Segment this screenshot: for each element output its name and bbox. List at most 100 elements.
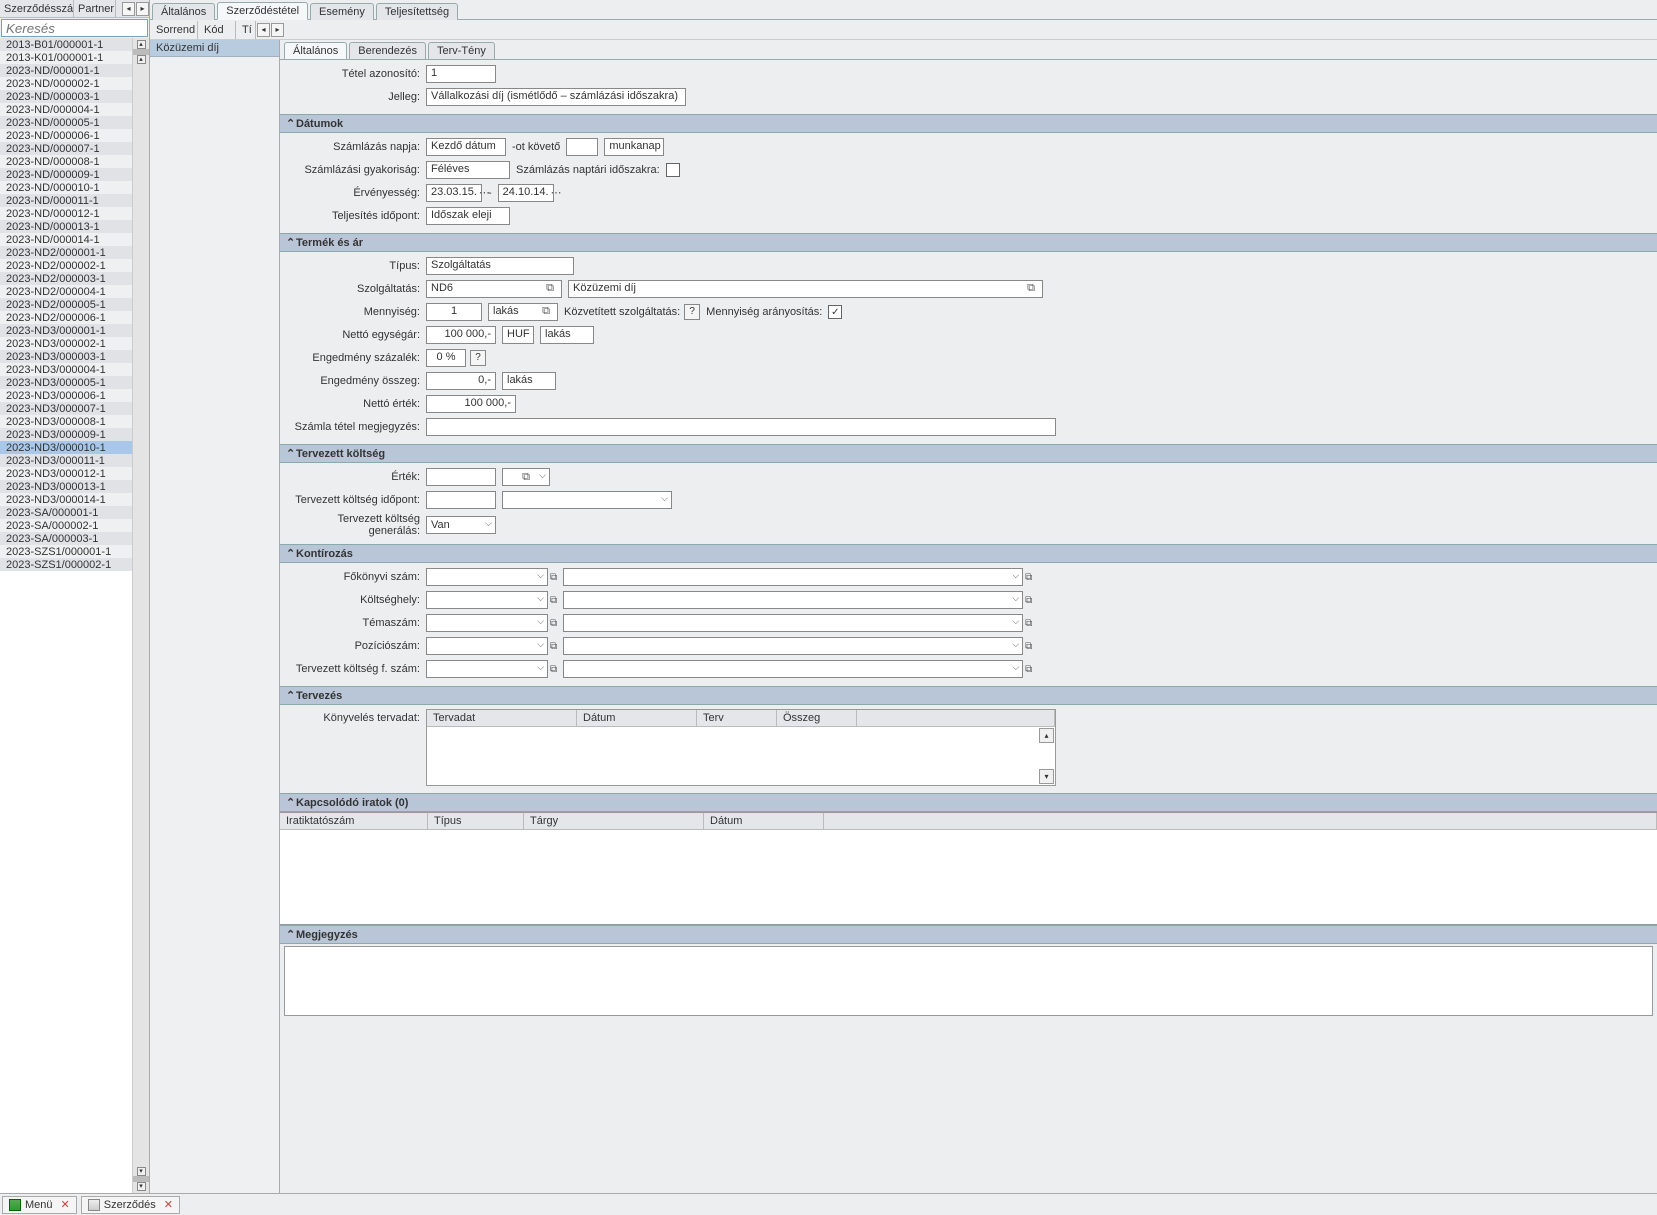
contract-row[interactable]: 2013-B01/000001-1 — [0, 38, 132, 51]
contract-row[interactable]: 2023-ND/000011-1 — [0, 194, 132, 207]
attach-icon[interactable]: ⧉ — [1025, 641, 1032, 652]
subtab-berendezés[interactable]: Berendezés — [349, 42, 426, 59]
inp-mennyiseg-unit[interactable]: lakás⧉ — [488, 303, 558, 321]
inp-szolg-code[interactable]: ND6⧉ — [426, 280, 562, 298]
section-iratok[interactable]: ⌃Kapcsolódó iratok (0) — [280, 793, 1657, 812]
gc-tervadat[interactable]: Tervadat — [427, 710, 577, 726]
subtab-általános[interactable]: Általános — [284, 42, 347, 59]
subnav-prev[interactable]: ◂ — [257, 23, 270, 37]
attach-icon[interactable]: ⧉ — [519, 471, 533, 484]
sel-fokonyv-1[interactable] — [426, 568, 548, 586]
contract-row[interactable]: 2023-ND3/000012-1 — [0, 467, 132, 480]
scroll-line-up[interactable]: ▴ — [137, 55, 146, 64]
inp-tetel-azonosito[interactable]: 1 — [426, 65, 496, 83]
sel-tk-generalas[interactable]: Van — [426, 516, 496, 534]
contract-row[interactable]: 2013-K01/000001-1 — [0, 51, 132, 64]
sel-pozicioszam-2[interactable] — [563, 637, 1023, 655]
sel-pozicioszam-1[interactable] — [426, 637, 548, 655]
attach-icon[interactable]: ⧉ — [543, 282, 557, 296]
gc-datum[interactable]: Dátum — [577, 710, 697, 726]
contract-row[interactable]: 2023-ND3/000009-1 — [0, 428, 132, 441]
contract-row[interactable]: 2023-ND/000002-1 — [0, 77, 132, 90]
contract-row[interactable]: 2023-ND3/000005-1 — [0, 376, 132, 389]
subnav-next[interactable]: ▸ — [271, 23, 284, 37]
scroll-page-up[interactable]: ▴ — [137, 40, 146, 49]
inp-teljesites[interactable]: Időszak eleji — [426, 207, 510, 225]
inp-szamla-megj[interactable] — [426, 418, 1056, 436]
close-icon[interactable]: ✕ — [164, 1198, 173, 1211]
grid-iratok[interactable]: Iratiktatószám Típus Tárgy Dátum — [280, 812, 1657, 925]
contract-list[interactable]: 2013-B01/000001-12013-K01/000001-1 2023-N… — [0, 38, 132, 1193]
attach-icon[interactable]: ⧉ — [550, 641, 557, 652]
section-megjegyzes[interactable]: ⌃Megjegyzés — [280, 925, 1657, 944]
sel-tk-fszam-2[interactable] — [563, 660, 1023, 678]
subcol-kod[interactable]: Kód — [198, 21, 236, 39]
contract-row[interactable]: 2023-ND/000007-1 — [0, 142, 132, 155]
inp-netto-ertek[interactable]: 100 000,- — [426, 395, 516, 413]
sel-temaszam-1[interactable] — [426, 614, 548, 632]
contract-row[interactable]: 2023-ND3/000014-1 — [0, 493, 132, 506]
contract-row[interactable]: 2023-ND/000012-1 — [0, 207, 132, 220]
help-eng-szazalek[interactable]: ? — [470, 350, 486, 366]
contract-row[interactable]: 2023-ND3/000001-1 — [0, 324, 132, 337]
grid-scroll-down[interactable]: ▾ — [1039, 769, 1054, 784]
gc-targy[interactable]: Tárgy — [524, 813, 704, 829]
sel-tk-ertek[interactable]: ⧉ — [502, 468, 550, 486]
inp-jelleg[interactable]: Vállalkozási díj (ismétlődő – számlázási… — [426, 88, 686, 106]
scroll-line-down[interactable]: ▾ — [137, 1167, 146, 1176]
sel-koltseghely-2[interactable] — [563, 591, 1023, 609]
sel-koltseghely-1[interactable] — [426, 591, 548, 609]
main-tab-szerződéstétel[interactable]: Szerződéstétel — [217, 2, 308, 20]
contract-row[interactable]: 2023-ND/000004-1 — [0, 103, 132, 116]
contract-row[interactable]: 2023-SA/000001-1 — [0, 506, 132, 519]
contract-row[interactable]: 2023-ND3/000013-1 — [0, 480, 132, 493]
sel-fokonyv-2[interactable] — [563, 568, 1023, 586]
attach-icon[interactable]: ⧉ — [550, 664, 557, 675]
left-col-partner[interactable]: Partner sz — [74, 0, 116, 17]
section-datumok[interactable]: ⌃Dátumok — [280, 114, 1657, 133]
contract-row[interactable]: 2023-ND2/000002-1 — [0, 259, 132, 272]
contract-row[interactable]: 2023-ND2/000005-1 — [0, 298, 132, 311]
contract-row[interactable]: 2023-ND2/000001-1 — [0, 246, 132, 259]
chk-naptari-idoszakra[interactable] — [666, 163, 680, 177]
contract-row[interactable]: 2023-ND3/000006-1 — [0, 389, 132, 402]
section-tervezett-koltseg[interactable]: ⌃Tervezett költség — [280, 444, 1657, 463]
contract-row[interactable]: 2023-ND3/000007-1 — [0, 402, 132, 415]
attach-icon[interactable]: ⧉ — [1025, 664, 1032, 675]
sel-temaszam-2[interactable] — [563, 614, 1023, 632]
contract-row[interactable]: 2023-ND/000008-1 — [0, 155, 132, 168]
search-input[interactable] — [1, 19, 148, 37]
contract-row[interactable]: 2023-ND3/000008-1 — [0, 415, 132, 428]
left-nav-prev[interactable]: ◂ — [122, 2, 135, 16]
sel-tk-idopont[interactable] — [502, 491, 672, 509]
inp-megjegyzes[interactable] — [284, 946, 1653, 1016]
status-szerzodes[interactable]: Szerződés ✕ — [81, 1196, 180, 1214]
contract-row[interactable]: 2023-ND3/000002-1 — [0, 337, 132, 350]
contract-row[interactable]: 2023-ND3/000003-1 — [0, 350, 132, 363]
contract-row[interactable]: 2023-ND/000003-1 — [0, 90, 132, 103]
main-tab-általános[interactable]: Általános — [152, 3, 215, 20]
attach-icon[interactable]: ⧉ — [1025, 595, 1032, 606]
gc-iktat[interactable]: Iratiktatószám — [280, 813, 428, 829]
contract-row[interactable]: 2023-ND/000009-1 — [0, 168, 132, 181]
attach-icon[interactable]: ⧉ — [539, 305, 553, 319]
gc-terv[interactable]: Terv — [697, 710, 777, 726]
attach-icon[interactable]: ⧉ — [550, 595, 557, 606]
contract-row[interactable]: 2023-ND2/000006-1 — [0, 311, 132, 324]
grid-scroll-up[interactable]: ▴ — [1039, 728, 1054, 743]
inp-munkanap[interactable]: munkanap — [604, 138, 664, 156]
inp-eng-szazalek[interactable]: 0 % — [426, 349, 466, 367]
gc-osszeg[interactable]: Összeg — [777, 710, 857, 726]
contract-row[interactable]: 2023-ND3/000010-1 — [0, 441, 132, 454]
inp-eng-unit[interactable]: lakás — [502, 372, 556, 390]
contract-row[interactable]: 2023-ND/000010-1 — [0, 181, 132, 194]
scroll-page-down[interactable]: ▾ — [137, 1182, 146, 1191]
contract-row[interactable]: 2023-SZS1/000002-1 — [0, 558, 132, 571]
item-row-selected[interactable]: Közüzemi díj — [150, 40, 279, 57]
item-list[interactable]: Közüzemi díj — [150, 40, 280, 1193]
contract-row[interactable]: 2023-SZS1/000001-1 — [0, 545, 132, 558]
gc-idatum[interactable]: Dátum — [704, 813, 824, 829]
left-nav-next[interactable]: ▸ — [136, 2, 149, 16]
gc-itipus[interactable]: Típus — [428, 813, 524, 829]
contract-row[interactable]: 2023-ND/000013-1 — [0, 220, 132, 233]
